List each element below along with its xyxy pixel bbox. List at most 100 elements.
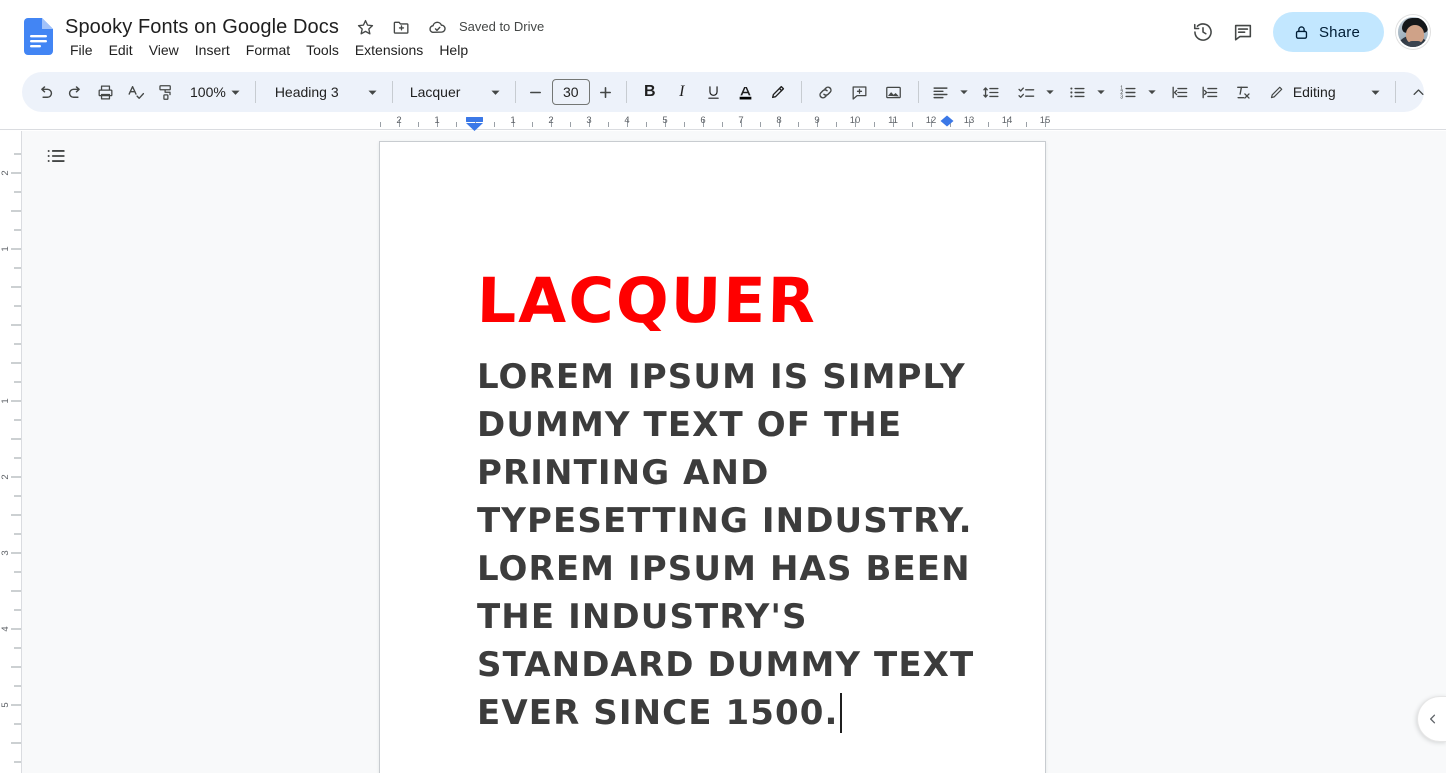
decrease-font-size-button[interactable] (523, 78, 549, 106)
align-chevron-down-icon[interactable] (956, 77, 972, 107)
svg-text:3: 3 (1121, 94, 1124, 100)
share-label: Share (1319, 24, 1360, 41)
font-size-input[interactable]: 30 (552, 79, 590, 105)
star-icon[interactable] (354, 15, 378, 39)
svg-text:2: 2 (548, 115, 553, 126)
undo-icon[interactable] (30, 77, 60, 107)
menu-view[interactable]: View (141, 39, 187, 61)
italic-label: I (679, 83, 684, 101)
svg-text:8: 8 (776, 115, 781, 126)
document-paragraph: LOREM IPSUM IS SIMPLY DUMMY TEXT OF THE … (477, 353, 977, 737)
document-title[interactable]: Spooky Fonts on Google Docs (62, 12, 342, 42)
svg-text:15: 15 (1040, 115, 1051, 126)
underline-icon[interactable] (698, 77, 730, 107)
svg-text:9: 9 (814, 115, 819, 126)
chevron-down-icon (365, 87, 381, 98)
share-button[interactable]: Share (1273, 12, 1384, 52)
checklist-icon[interactable] (1012, 77, 1042, 107)
svg-text:2: 2 (0, 170, 11, 175)
document-content[interactable]: LACQUER LOREM IPSUM IS SIMPLY DUMMY TEXT… (477, 267, 977, 737)
bold-label: B (644, 83, 656, 101)
svg-text:1: 1 (434, 115, 439, 126)
svg-text:2: 2 (0, 474, 11, 479)
chevron-left-icon (1426, 712, 1440, 726)
menu-help[interactable]: Help (431, 39, 476, 61)
title-row: Spooky Fonts on Google Docs Saved to Dr (62, 12, 544, 42)
document-page[interactable]: LACQUER LOREM IPSUM IS SIMPLY DUMMY TEXT… (379, 141, 1046, 773)
insert-image-icon[interactable] (877, 77, 911, 107)
cloud-saved-icon[interactable] (426, 15, 450, 39)
redo-icon[interactable] (60, 77, 90, 107)
svg-text:7: 7 (738, 115, 743, 126)
menu-insert[interactable]: Insert (187, 39, 238, 61)
font-size-stepper: 30 (523, 78, 619, 106)
menu-extensions[interactable]: Extensions (347, 39, 431, 61)
paragraph-style-value: Heading 3 (275, 84, 339, 100)
chevron-down-icon (488, 87, 504, 98)
add-comment-icon[interactable] (843, 77, 877, 107)
line-spacing-icon[interactable] (977, 77, 1007, 107)
svg-text:10: 10 (850, 115, 861, 126)
document-heading: LACQUER (476, 267, 977, 335)
bulleted-list-chevron-down-icon[interactable] (1093, 77, 1109, 107)
svg-text:1: 1 (0, 246, 11, 251)
menu-edit[interactable]: Edit (101, 39, 141, 61)
divider (1395, 81, 1396, 103)
lock-icon (1293, 24, 1310, 41)
clear-formatting-icon[interactable] (1228, 77, 1258, 107)
divider (392, 81, 393, 103)
highlight-color-icon[interactable] (762, 77, 794, 107)
svg-text:11: 11 (888, 115, 898, 126)
menu-format[interactable]: Format (238, 39, 298, 61)
paint-format-icon[interactable] (150, 77, 180, 107)
numbered-list-icon[interactable]: 1 2 3 (1114, 77, 1144, 107)
svg-text:6: 6 (700, 115, 705, 126)
formatting-toolbar: 100% Heading 3 Lacquer 30 (22, 72, 1424, 112)
top-right-actions: Share (1183, 12, 1430, 52)
print-icon[interactable] (90, 77, 120, 107)
horizontal-ruler[interactable]: 2 1 1 2 3 4 5 6 7 8 9 10 11 12 13 14 15 (0, 113, 1446, 131)
menu-file[interactable]: File (62, 39, 101, 61)
bulleted-list-icon[interactable] (1063, 77, 1093, 107)
google-docs-window: Spooky Fonts on Google Docs Saved to Dr (0, 0, 1446, 773)
font-family-dropdown[interactable]: Lacquer (400, 77, 508, 107)
document-outline-icon[interactable] (38, 138, 74, 174)
svg-text:12: 12 (926, 115, 937, 126)
increase-indent-icon[interactable] (1195, 77, 1225, 107)
menu-tools[interactable]: Tools (298, 39, 347, 61)
google-docs-logo[interactable] (24, 18, 53, 55)
svg-text:13: 13 (964, 115, 975, 126)
zoom-value: 100% (190, 84, 226, 100)
save-status: Saved to Drive (459, 15, 544, 39)
decrease-indent-icon[interactable] (1165, 77, 1195, 107)
insert-link-icon[interactable] (809, 77, 843, 107)
editing-mode-selector[interactable]: Editing (1258, 77, 1388, 107)
move-to-folder-icon[interactable] (390, 15, 414, 39)
version-history-icon[interactable] (1183, 12, 1223, 52)
divider (255, 81, 256, 103)
collapse-toolbar-chevron-up-icon[interactable] (1403, 77, 1435, 107)
text-caret (840, 693, 842, 733)
svg-text:1: 1 (0, 398, 11, 403)
svg-text:14: 14 (1002, 115, 1013, 126)
divider (918, 81, 919, 103)
zoom-control[interactable]: 100% (180, 77, 248, 107)
font-family-value: Lacquer (410, 84, 461, 100)
italic-button[interactable]: I (666, 77, 698, 107)
text-color-icon[interactable] (730, 77, 762, 107)
user-avatar[interactable] (1396, 15, 1430, 49)
comment-history-icon[interactable] (1223, 12, 1263, 52)
align-left-icon[interactable] (926, 77, 956, 107)
left-indent-marker (466, 117, 483, 131)
svg-text:5: 5 (662, 115, 667, 126)
paragraph-style-dropdown[interactable]: Heading 3 (263, 77, 385, 107)
pencil-icon (1268, 84, 1285, 101)
vertical-ruler[interactable]: 2 1 1 2 3 4 5 (0, 131, 22, 773)
spellcheck-icon[interactable] (120, 77, 150, 107)
bold-button[interactable]: B (634, 77, 666, 107)
increase-font-size-button[interactable] (593, 78, 619, 106)
svg-text:3: 3 (0, 550, 11, 555)
checklist-chevron-down-icon[interactable] (1042, 77, 1058, 107)
svg-text:4: 4 (0, 626, 11, 631)
numbered-list-chevron-down-icon[interactable] (1144, 77, 1160, 107)
